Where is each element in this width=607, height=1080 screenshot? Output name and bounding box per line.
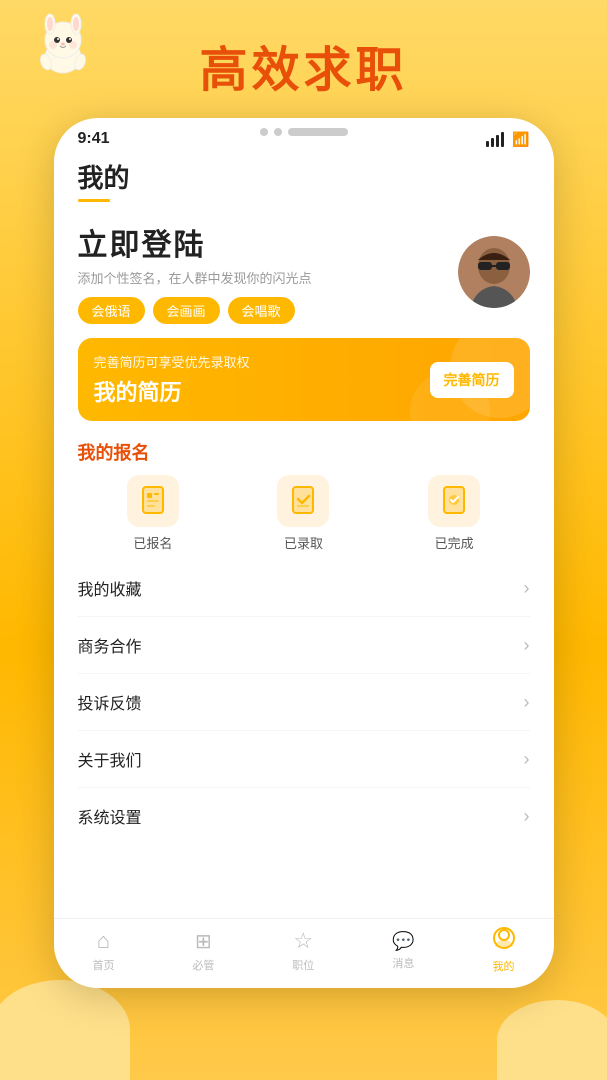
bottom-navigation: ⌂ 首页 ⊞ 必管 ☆ 职位 💬 消息 我的 [54,918,554,988]
reg-item-registered[interactable]: 已报名 [127,475,179,552]
cloud-decoration-right [497,1000,607,1080]
reg-item-accepted[interactable]: 已录取 [277,475,329,552]
registered-icon [127,475,179,527]
nav-label-profile: 我的 [493,958,515,974]
wifi-icon: 📶 [512,131,529,148]
profile-nav-icon [493,927,515,955]
resume-banner-hint: 完善简历可享受优先录取权 [94,352,250,371]
chevron-right-icon: › [524,635,530,656]
reg-label-registered: 已报名 [133,533,172,552]
menu-item-settings[interactable]: 系统设置 › [78,788,530,844]
profile-subtitle: 添加个性签名，在人群中发现你的闪光点 [78,268,458,287]
accepted-icon [277,475,329,527]
profile-header: 我的 [78,148,530,210]
menu-item-business[interactable]: 商务合作 › [78,617,530,674]
menu-label-business: 商务合作 [78,633,142,657]
chevron-right-icon: › [524,806,530,827]
tag-russian[interactable]: 会俄语 [78,297,145,324]
menu-item-feedback[interactable]: 投诉反馈 › [78,674,530,731]
home-icon: ⌂ [97,928,110,954]
reg-label-completed: 已完成 [435,533,474,552]
nav-label-messages: 消息 [392,955,414,971]
phone-content: 我的 立即登陆 添加个性签名，在人群中发现你的闪光点 会俄语 会画画 会唱歌 [54,148,554,844]
discover-icon: ⊞ [195,929,212,954]
completed-icon [428,475,480,527]
menu-list: 我的收藏 › 商务合作 › 投诉反馈 › 关于我们 › 系统设置 › [78,560,530,844]
status-icons: 📶 [486,131,529,148]
chevron-right-icon: › [524,749,530,770]
resume-banner-info: 完善简历可享受优先录取权 我的简历 [94,352,250,407]
notch-dot [260,128,268,136]
nav-label-home: 首页 [92,957,114,973]
profile-info: 立即登陆 添加个性签名，在人群中发现你的闪光点 会俄语 会画画 会唱歌 [78,220,458,324]
chevron-right-icon: › [524,692,530,713]
nav-item-messages[interactable]: 💬 消息 [392,931,414,971]
reg-item-completed[interactable]: 已完成 [428,475,480,552]
registration-icons-row: 已报名 已录取 [78,475,530,552]
nav-item-jobs[interactable]: ☆ 职位 [292,928,314,973]
profile-row: 立即登陆 添加个性签名，在人群中发现你的闪光点 会俄语 会画画 会唱歌 [78,220,530,324]
resume-banner-title: 我的简历 [94,375,250,407]
cloud-decoration-left [0,980,130,1080]
status-time: 9:41 [78,130,110,148]
nav-item-discover[interactable]: ⊞ 必管 [192,929,214,973]
section-heading: 我的 [78,158,530,195]
nav-item-profile[interactable]: 我的 [493,927,515,974]
notch-pill [288,128,348,136]
menu-label-about: 关于我们 [78,747,142,771]
jobs-icon: ☆ [293,928,313,954]
chevron-right-icon: › [524,578,530,599]
tag-singing[interactable]: 会唱歌 [228,297,295,324]
nav-item-home[interactable]: ⌂ 首页 [92,928,114,973]
nav-label-discover: 必管 [192,957,214,973]
phone-frame: 9:41 📶 我的 立即登陆 添加个性签名，在人群中发现你的闪光点 会俄语 [54,118,554,988]
menu-item-about[interactable]: 关于我们 › [78,731,530,788]
menu-label-favorites: 我的收藏 [78,576,142,600]
section-title-text: 我的报名 [78,443,150,463]
notch-dot [274,128,282,136]
menu-label-feedback: 投诉反馈 [78,690,142,714]
status-bar: 9:41 📶 [54,118,554,148]
resume-banner[interactable]: 完善简历可享受优先录取权 我的简历 完善简历 [78,338,530,421]
signal-icon [486,132,504,147]
profile-name[interactable]: 立即登陆 [78,220,458,264]
nav-label-jobs: 职位 [292,957,314,973]
mascot-illustration [28,12,98,82]
registration-section-title: 我的报名 [78,439,530,465]
messages-icon: 💬 [392,931,414,952]
reg-label-accepted: 已录取 [284,533,323,552]
menu-item-favorites[interactable]: 我的收藏 › [78,560,530,617]
avatar[interactable] [458,236,530,308]
header-underline [78,199,110,202]
profile-tags: 会俄语 会画画 会唱歌 [78,297,458,324]
page-title: 高效求职 [199,30,407,100]
tag-painting[interactable]: 会画画 [153,297,220,324]
menu-label-settings: 系统设置 [78,804,142,828]
complete-resume-button[interactable]: 完善简历 [430,362,514,398]
